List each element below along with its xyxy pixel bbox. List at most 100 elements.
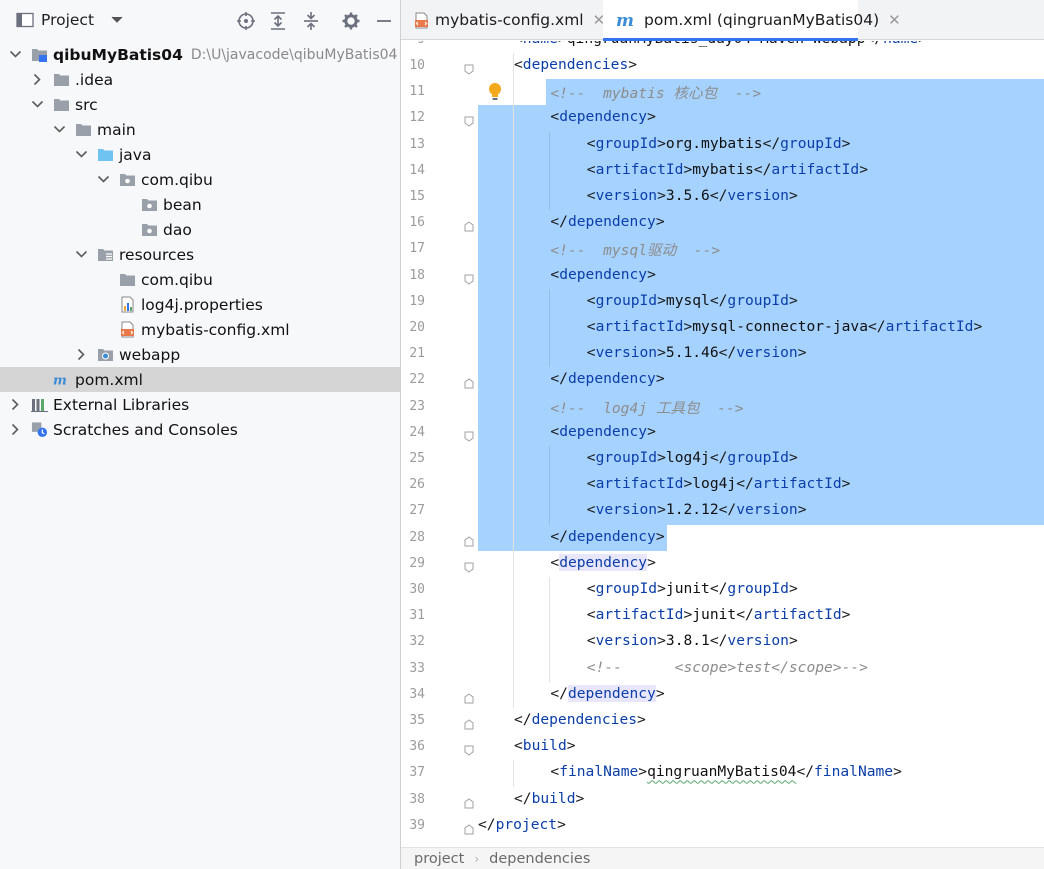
fold-open-icon[interactable]	[464, 742, 474, 756]
code-token: dependency	[567, 213, 656, 231]
code-token: <	[550, 108, 560, 126]
code-text: </project>	[478, 816, 566, 833]
code-text: <finalName>qingruanMyBatis04</finalName>	[550, 763, 902, 780]
tree-item[interactable]: Scratches and Consoles	[0, 417, 400, 442]
chevron-down-icon[interactable]	[8, 48, 22, 62]
fold-close-icon[interactable]	[464, 533, 474, 547]
code-token: artifactId	[753, 475, 842, 493]
tree-item[interactable]: mybatis-config.xml	[0, 317, 400, 342]
module-folder-icon	[31, 46, 48, 63]
code-token: artifactId	[595, 318, 684, 335]
fold-open-icon[interactable]	[464, 271, 474, 285]
fold-close-icon[interactable]	[464, 716, 474, 730]
code-token: >	[683, 318, 693, 335]
line-number: 24	[409, 424, 425, 440]
tree-item[interactable]: bean	[0, 192, 400, 217]
code-token: </	[796, 763, 815, 781]
editor-tab[interactable]: m pom.xml (qingruanMyBatis04) ✕	[603, 0, 901, 41]
line-number: 11	[409, 84, 425, 100]
chevron-down-icon[interactable]	[74, 248, 88, 262]
fold-close-icon[interactable]	[464, 690, 474, 704]
tree-item-label: main	[97, 120, 136, 139]
fold-close-icon[interactable]	[464, 795, 474, 809]
code-text: <version>3.8.1</version>	[587, 632, 798, 649]
editor-tab[interactable]: mybatis-config.xml ✕	[401, 0, 605, 40]
code-token: finalName	[814, 763, 894, 781]
web-folder-icon	[97, 346, 114, 363]
code-text: <version>3.5.6</version>	[587, 187, 798, 204]
code-token: <	[586, 291, 596, 309]
chevron-down-icon[interactable]	[96, 173, 110, 187]
tree-item[interactable]: m pom.xml	[0, 367, 400, 392]
code-line: 26 <artifactId>log4j</artifactId>	[401, 472, 1044, 498]
tree-item[interactable]: com.qibu	[0, 267, 400, 292]
chevron-down-icon[interactable]	[74, 148, 88, 162]
code-token: artifactId	[595, 475, 684, 493]
minimize-icon[interactable]	[373, 10, 395, 32]
line-number: 10	[409, 58, 425, 73]
code-token: <	[550, 422, 560, 440]
chevron-down-icon[interactable]	[52, 123, 66, 137]
code-token: >	[859, 160, 869, 178]
close-icon[interactable]: ✕	[888, 11, 901, 29]
chevron-right-icon[interactable]	[8, 398, 22, 412]
code-token: artifactId	[753, 606, 842, 624]
fold-open-icon[interactable]	[464, 559, 474, 573]
fold-open-icon[interactable]	[464, 113, 474, 128]
tree-item[interactable]: main	[0, 117, 400, 142]
code-token: log4j	[692, 475, 737, 493]
locate-icon[interactable]	[235, 10, 257, 32]
tree-item[interactable]: resources	[0, 242, 400, 267]
tree-item[interactable]: webapp	[0, 342, 400, 367]
tree-item-label: Scratches and Consoles	[53, 420, 238, 439]
code-text: <artifactId>log4j</artifactId>	[587, 475, 851, 492]
fold-close-icon[interactable]	[464, 375, 474, 389]
scratches-icon	[31, 421, 48, 438]
code-token: groupId	[595, 580, 658, 597]
project-panel: Project qibuMyBatis04 D:\U\javacode\qibuM…	[0, 0, 400, 869]
breadcrumb-item[interactable]: dependencies	[489, 851, 590, 867]
code-token: >	[657, 291, 666, 309]
chevron-down-icon[interactable]	[30, 98, 44, 112]
fold-close-icon[interactable]	[464, 821, 474, 835]
gear-icon[interactable]	[340, 10, 362, 32]
breadcrumb-item[interactable]: project	[414, 851, 464, 867]
tree-item[interactable]: com.qibu	[0, 167, 400, 192]
tree-item[interactable]: External Libraries	[0, 392, 400, 417]
collapse-all-icon[interactable]	[300, 10, 322, 32]
fold-open-icon[interactable]	[464, 61, 474, 75]
expand-all-icon[interactable]	[267, 10, 289, 32]
code-token: <	[586, 475, 596, 493]
tree-item[interactable]: java	[0, 142, 400, 167]
chevron-right-icon[interactable]	[30, 73, 44, 87]
code-token: >	[647, 108, 656, 126]
tree-item[interactable]: log4j.properties	[0, 292, 400, 317]
code-area[interactable]: 9<name>qingruanMyBatis_day04 Maven Webap…	[401, 41, 1044, 847]
code-line: 10 <dependencies>	[401, 53, 1044, 79]
code-text: <!-- mybatis 核心包 -->	[550, 82, 761, 103]
tree-item[interactable]: dao	[0, 217, 400, 242]
tree-item[interactable]: .idea	[0, 67, 400, 92]
code-token: >	[637, 711, 646, 728]
code-token: >	[557, 815, 566, 833]
tree-item[interactable]: src	[0, 92, 400, 117]
code-token: >	[655, 370, 665, 388]
code-token: name	[883, 41, 918, 47]
svg-text:m: m	[53, 373, 67, 387]
code-line: 27 <version>1.2.12</version>	[401, 498, 1044, 524]
project-view-selector[interactable]: Project	[16, 8, 123, 32]
fold-close-icon[interactable]	[464, 218, 474, 232]
fold-open-icon[interactable]	[464, 428, 474, 442]
lightbulb-icon[interactable]	[487, 82, 503, 102]
code-token: >	[657, 449, 666, 466]
code-token: dependencies	[522, 56, 629, 73]
code-token: </	[709, 632, 728, 650]
chevron-right-icon[interactable]	[8, 423, 22, 437]
code-token: >	[566, 737, 576, 755]
code-text: <dependencies>	[514, 56, 637, 73]
code-token: <!-- <scope>test</scope>-->	[586, 658, 868, 676]
chevron-right-icon[interactable]	[74, 348, 88, 362]
code-token: >	[788, 449, 798, 466]
tree-item[interactable]: qibuMyBatis04 D:\U\javacode\qibuMyBatis04	[0, 42, 400, 67]
line-number: 23	[409, 398, 425, 414]
